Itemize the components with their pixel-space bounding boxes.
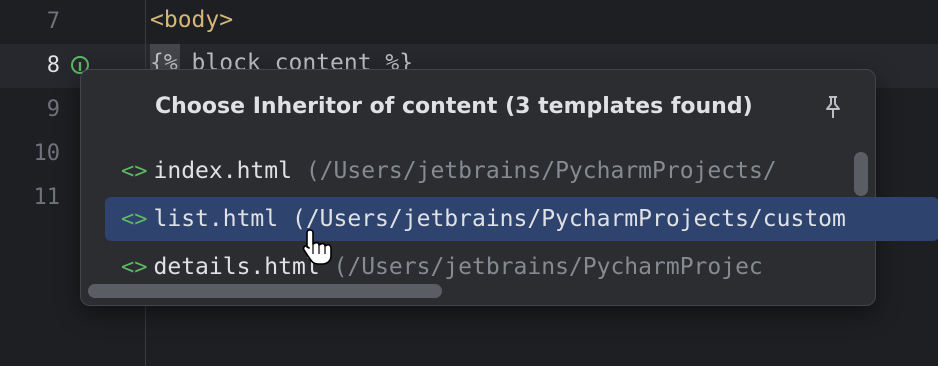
choose-inheritor-popup: Choose Inheritor of content (3 templates… [80,69,938,306]
popup-title: Choose Inheritor of content (3 templates… [155,94,753,119]
list-item-selected[interactable]: <> list.html (/Users/jetbrains/PycharmPr… [105,197,938,241]
line-number: 8 [46,53,60,78]
item-name: index.html [153,158,292,184]
list-item[interactable]: <> details.html (/Users/jetbrains/Pychar… [121,245,849,289]
code-line[interactable]: <body> [150,7,233,33]
line-number: 10 [33,141,61,166]
html-file-icon: <> [121,254,148,280]
pin-icon[interactable] [821,94,845,120]
line-number: 11 [33,185,61,210]
list-item[interactable]: <> index.html (/Users/jetbrains/PycharmP… [121,149,849,193]
item-name: list.html [153,206,279,232]
item-name: details.html [153,254,320,280]
hand-cursor-icon [302,229,332,265]
line-number: 7 [46,9,60,34]
vertical-scrollbar[interactable] [854,152,868,196]
item-path: (/Users/jetbrains/PycharmProjec [319,254,763,280]
horizontal-scrollbar[interactable] [88,284,442,298]
html-file-icon: <> [121,206,148,232]
line-number: 9 [46,97,60,122]
html-file-icon: <> [121,158,148,184]
item-path: (/Users/jetbrains/PycharmProjects/custom [278,206,846,232]
item-path: (/Users/jetbrains/PycharmProjects/ [291,158,777,184]
